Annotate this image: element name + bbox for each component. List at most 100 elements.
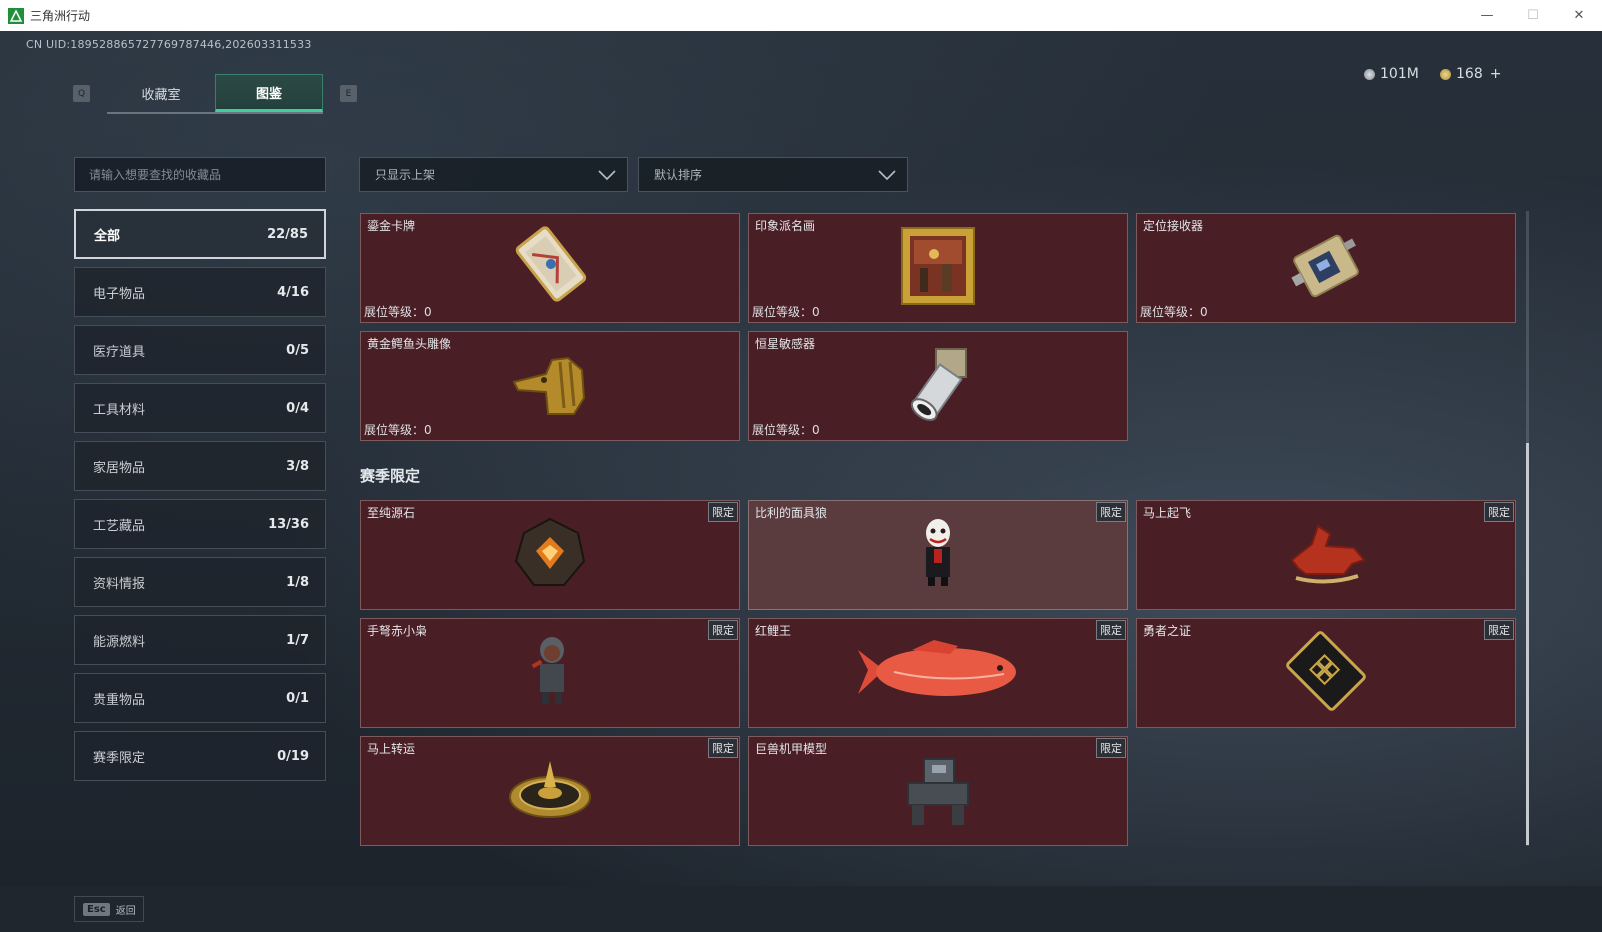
category-season-limited[interactable]: 赛季限定 0/19 — [74, 731, 326, 781]
item-name: 红鲤王 — [755, 624, 792, 638]
money-value: 101M — [1380, 66, 1419, 82]
category-tools[interactable]: 工具材料 0/4 — [74, 383, 326, 433]
display-level: 展位等级：0 — [364, 305, 432, 319]
category-label: 赛季限定 — [93, 750, 146, 766]
item-name: 马上转运 — [367, 742, 416, 756]
season-card-billy-mask-wolf[interactable]: 比利的面具狼 限定 — [748, 500, 1128, 610]
item-name: 马上起飞 — [1143, 506, 1192, 520]
category-label: 能源燃料 — [93, 634, 146, 650]
season-card-pure-source-stone[interactable]: 至纯源石 限定 — [360, 500, 740, 610]
tab-bar: 收藏室 图鉴 — [107, 74, 323, 114]
category-household[interactable]: 家居物品 3/8 — [74, 441, 326, 491]
coin-value: 168 — [1456, 66, 1483, 82]
coin-display[interactable]: 168 + — [1440, 66, 1501, 82]
limited-badge: 限定 — [1484, 502, 1514, 522]
item-card-gilded-card[interactable]: 鎏金卡牌 展位等级：0 — [360, 213, 740, 323]
display-level: 展位等级：0 — [1140, 305, 1208, 319]
season-card-crossbow-owl[interactable]: 手弩赤小枭 限定 — [360, 618, 740, 728]
bottom-bar: Esc 返回 — [0, 886, 1602, 932]
hero-card-icon — [1284, 629, 1368, 717]
category-intel[interactable]: 资料情报 1/8 — [74, 557, 326, 607]
golden-wheel-icon — [508, 757, 592, 825]
chevron-down-icon — [878, 169, 896, 180]
category-all[interactable]: 全部 22/85 — [74, 209, 326, 259]
tab-catalog[interactable]: 图鉴 — [215, 74, 323, 112]
add-coin-button[interactable]: + — [1490, 66, 1502, 82]
back-button[interactable]: Esc 返回 — [74, 896, 144, 922]
category-count: 0/4 — [286, 400, 309, 416]
money-icon — [1364, 68, 1375, 80]
limited-badge: 限定 — [1096, 620, 1126, 640]
season-card-red-carp-king[interactable]: 红鲤王 限定 — [748, 618, 1128, 728]
uid-text: CN UID:18952886572776978744​6,2026033115… — [26, 38, 312, 51]
category-label: 贵重物品 — [93, 692, 146, 708]
sort-value: 默认排序 — [654, 168, 703, 182]
item-name: 巨兽机甲模型 — [755, 742, 828, 756]
category-medical[interactable]: 医疗道具 0/5 — [74, 325, 326, 375]
chevron-down-icon — [598, 169, 616, 180]
item-card-positioning-receiver[interactable]: 定位接收器 展位等级：0 — [1136, 213, 1516, 323]
crocodile-statue-icon — [508, 348, 592, 424]
season-card-beast-mecha-model[interactable]: 巨兽机甲模型 限定 — [748, 736, 1128, 846]
painting-icon — [898, 224, 978, 312]
item-name: 勇者之证 — [1143, 624, 1192, 638]
item-name: 手弩赤小枭 — [367, 624, 428, 638]
category-label: 全部 — [94, 228, 121, 244]
item-name: 至纯源石 — [367, 506, 416, 520]
search-input[interactable] — [74, 157, 326, 192]
window-title: 三角洲行动 — [30, 9, 91, 23]
item-name: 印象派名画 — [755, 219, 816, 233]
mecha-model-icon — [898, 749, 978, 833]
category-count: 13/36 — [268, 516, 309, 532]
close-button[interactable]: ✕ — [1556, 0, 1602, 31]
category-count: 22/85 — [267, 226, 308, 242]
category-label: 工具材料 — [93, 402, 146, 418]
season-card-hero-proof[interactable]: 勇者之证 限定 — [1136, 618, 1516, 728]
display-level: 展位等级：0 — [752, 305, 820, 319]
item-name: 比利的面具狼 — [755, 506, 828, 520]
item-card-impressionist-painting[interactable]: 印象派名画 展位等级：0 — [748, 213, 1128, 323]
gilded-card-icon — [505, 224, 595, 312]
season-card-horse-takeoff[interactable]: 马上起飞 限定 — [1136, 500, 1516, 610]
category-valuables[interactable]: 贵重物品 0/1 — [74, 673, 326, 723]
limited-badge: 限定 — [708, 502, 738, 522]
category-count: 0/1 — [286, 690, 309, 706]
money-display: 101M — [1364, 66, 1419, 82]
prev-tab-key[interactable]: Q — [73, 85, 90, 102]
category-electronics[interactable]: 电子物品 4/16 — [74, 267, 326, 317]
season-section-title: 赛季限定 — [360, 467, 421, 485]
next-tab-key[interactable]: E — [340, 85, 357, 102]
star-sensor-icon — [896, 341, 980, 431]
main-area: CN UID:18952886572776978744​6,2026033115… — [0, 31, 1602, 886]
display-filter-value: 只显示上架 — [375, 168, 436, 182]
back-label: 返回 — [115, 905, 136, 917]
limited-badge: 限定 — [1484, 620, 1514, 640]
scrollbar-thumb[interactable] — [1526, 443, 1529, 845]
maximize-button[interactable]: ☐ — [1510, 0, 1556, 31]
category-count: 1/8 — [286, 574, 309, 590]
display-level: 展位等级：0 — [752, 423, 820, 437]
source-stone-icon — [512, 515, 588, 595]
category-label: 医疗道具 — [93, 344, 146, 360]
item-card-golden-crocodile-statue[interactable]: 黄金鳄鱼头雕像 展位等级：0 — [360, 331, 740, 441]
minimize-button[interactable]: — — [1464, 0, 1510, 31]
title-bar: 三角洲行动 — ☐ ✕ — [0, 0, 1602, 31]
item-name: 恒星敏感器 — [755, 337, 816, 351]
category-count: 4/16 — [277, 284, 309, 300]
category-crafts[interactable]: 工艺藏品 13/36 — [74, 499, 326, 549]
display-filter-dropdown[interactable]: 只显示上架 — [359, 157, 628, 192]
limited-badge: 限定 — [708, 738, 738, 758]
crossbow-figure-icon — [526, 634, 574, 712]
item-card-star-sensor[interactable]: 恒星敏感器 展位等级：0 — [748, 331, 1128, 441]
red-carp-icon — [854, 636, 1022, 710]
category-count: 0/19 — [277, 748, 309, 764]
category-label: 家居物品 — [93, 460, 146, 476]
red-horse-icon — [1282, 520, 1370, 590]
sort-dropdown[interactable]: 默认排序 — [638, 157, 908, 192]
tab-collection-room[interactable]: 收藏室 — [107, 74, 215, 112]
limited-badge: 限定 — [1096, 738, 1126, 758]
category-label: 资料情报 — [93, 576, 146, 592]
season-card-horse-fortune[interactable]: 马上转运 限定 — [360, 736, 740, 846]
grid-scrollbar[interactable] — [1526, 211, 1529, 846]
category-fuel[interactable]: 能源燃料 1/7 — [74, 615, 326, 665]
